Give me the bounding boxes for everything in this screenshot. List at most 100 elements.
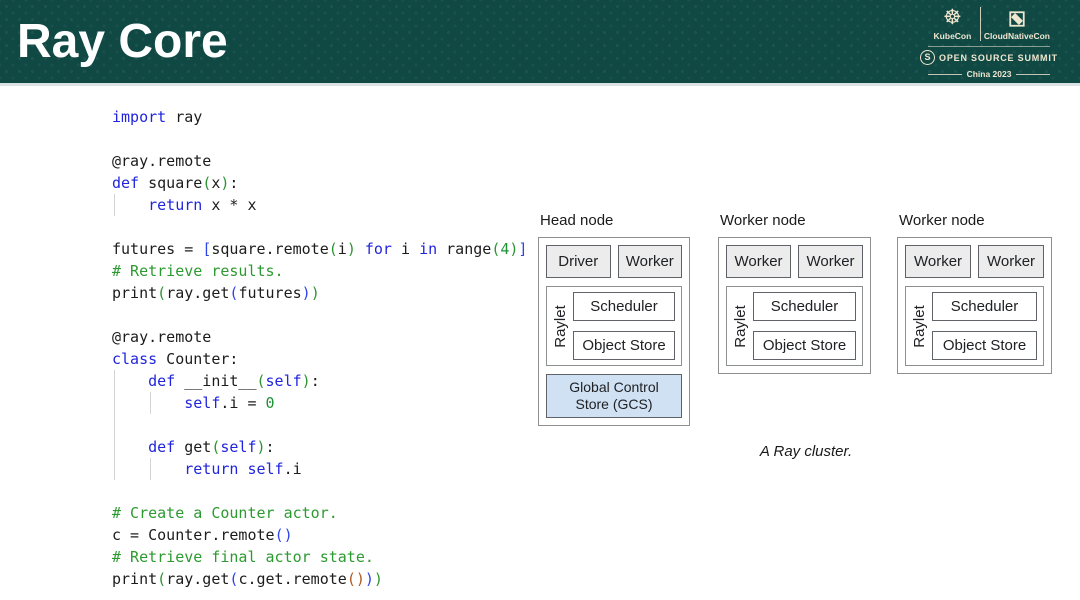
code-line: return x * x [112,194,527,216]
component-box: Scheduler [573,292,675,321]
head-node: Head nodeDriverWorkerRayletSchedulerObje… [538,212,690,426]
component-box: Object Store [932,331,1037,360]
logo-divider [980,7,981,41]
code-token: ( [257,372,266,390]
open-source-summit-icon: S [920,50,935,65]
code-token: ray.get [166,570,229,588]
component-box: Object Store [573,331,675,360]
indent-guide [114,194,115,216]
code-token: ( [275,526,284,544]
edition-dash-right [1016,74,1050,75]
raylet-components: Scheduler Object Store [932,287,1043,365]
conference-logos: ☸ KubeCon CloudNativeCon [928,5,1050,43]
code-token: i [338,240,347,258]
code-token: get [175,438,211,456]
code-token: ray.get [166,284,229,302]
code-token: x * x [202,196,256,214]
component-box: Scheduler [753,292,856,321]
code-token [112,460,184,478]
raylet-label: Raylet [547,287,573,365]
code-token: : [266,438,275,456]
kubecon-label: KubeCon [934,31,972,41]
slide-title: Ray Core [17,14,228,69]
code-token: .i [284,460,302,478]
process-box: Worker [618,245,683,278]
diagram-caption: A Ray cluster. [700,443,912,460]
code-line: # Create a Counter actor. [112,502,527,524]
process-row: WorkerWorker [905,245,1044,278]
code-token: ( [329,240,338,258]
node-box: WorkerWorkerRayletSchedulerObject Store [718,237,871,374]
process-box: Worker [905,245,971,278]
code-token: futures = [112,240,202,258]
node-box: WorkerWorker RayletScheduler Object Store [897,237,1052,374]
indent-guide [150,458,151,480]
code-token: : [311,372,320,390]
code-token: c = Counter.remote [112,526,275,544]
code-line: return self.i [112,458,527,480]
code-token: @ray.remote [112,328,211,346]
code-token: 0 [266,394,275,412]
code-line [112,304,527,326]
code-token: self [220,438,256,456]
code-line: # Retrieve results. [112,260,527,282]
edition-dash-left [928,74,962,75]
code-token: # Retrieve results. [112,262,284,280]
raylet-box: RayletScheduler Object Store [546,286,682,366]
code-line: def __init__(self): [112,370,527,392]
code-line: c = Counter.remote() [112,524,527,546]
worker-node-2: Worker nodeWorkerWorkerRayletSchedulerOb… [897,212,1052,374]
node-title: Worker node [720,212,871,231]
component-box: Object Store [753,331,856,360]
code-token: class [112,350,157,368]
cloudnativecon-label: CloudNativeCon [984,31,1050,41]
code-token: ) [302,372,311,390]
code-token: in [419,240,437,258]
cloudnativecon-icon [1008,10,1026,28]
code-token: self [184,394,220,412]
indent-guide [114,370,115,480]
code-line: class Counter: [112,348,527,370]
code-token: futures [238,284,301,302]
raylet-components: Scheduler Object Store [573,287,681,365]
open-source-summit-logo: S OPEN SOURCE SUMMIT [928,50,1050,65]
code-line [112,216,527,238]
code-token: ) [284,526,293,544]
code-token: self [266,372,302,390]
node-title: Head node [540,212,690,231]
code-token: import [112,108,166,126]
raylet-components: Scheduler Object Store [753,287,862,365]
code-line: print(ray.get(c.get.remote())) [112,568,527,590]
raylet-box: RayletSchedulerObject Store [726,286,863,366]
code-token: @ray.remote [112,152,211,170]
code-token: print [112,570,157,588]
component-box: Scheduler [932,292,1037,321]
code-line: def get(self): [112,436,527,458]
code-token: print [112,284,157,302]
code-line: # Retrieve final actor state. [112,546,527,568]
code-token: ( [157,570,166,588]
code-token: ) [302,284,311,302]
kubecon-logo: ☸ KubeCon [928,5,977,43]
code-token [356,240,365,258]
code-token: return [184,460,238,478]
code-line: self.i = 0 [112,392,527,414]
code-token [112,438,148,456]
code-token: square.remote [211,240,328,258]
cloudnativecon-logo: CloudNativeCon [984,5,1050,43]
code-line: @ray.remote [112,150,527,172]
indent-guide [150,392,151,414]
code-line: @ray.remote [112,326,527,348]
raylet-label: Raylet [906,287,932,365]
process-box: Worker [798,245,863,278]
code-line: import ray [112,106,527,128]
code-token: ) [365,570,374,588]
kubecon-wheel-icon: ☸ [943,7,962,28]
code-token: ray [166,108,202,126]
code-token: ] [518,240,527,258]
gcs-box: Global Control Store (GCS) [546,374,682,418]
code-token: ( [491,240,500,258]
code-line: futures = [square.remote(i) for i in ran… [112,238,527,260]
code-token: ) [374,570,383,588]
slide-header: Ray Core ☸ KubeCon CloudNativeCon S OPEN… [0,0,1080,86]
